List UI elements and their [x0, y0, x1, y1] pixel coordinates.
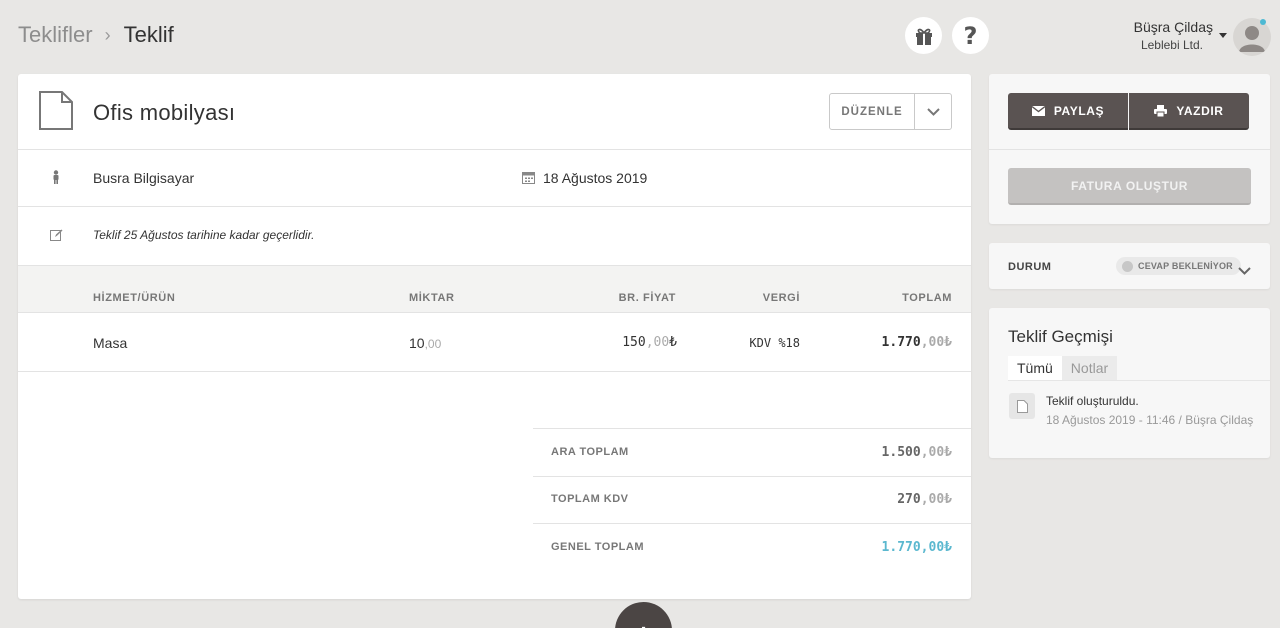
caret-down-icon[interactable] [1219, 33, 1227, 38]
share-button[interactable]: PAYLAŞ [1008, 93, 1128, 130]
table-cell-total: 1.770,00₺ [882, 335, 952, 350]
summary-divider [533, 523, 971, 524]
table-cell-tax: KDV %18 [749, 336, 800, 350]
document-icon [38, 90, 74, 136]
column-header-price: BR. FİYAT [618, 292, 676, 304]
summary-divider [533, 476, 971, 477]
vat-integer: 270 [897, 492, 921, 507]
qty-decimal: ,00 [424, 337, 442, 351]
subtotal-value: 1.500,00₺ [882, 445, 952, 460]
divider [989, 149, 1270, 150]
history-card: Teklif Geçmişi Tümü Notlar Teklif oluştu… [989, 308, 1270, 458]
print-label: YAZDIR [1176, 103, 1224, 118]
gift-button[interactable] [905, 17, 942, 54]
vat-decimal: ,00₺ [920, 492, 952, 507]
status-card: DURUM CEVAP BEKLENİYOR [989, 243, 1270, 289]
subtotal-integer: 1.500 [881, 445, 921, 460]
table-cell-item: Masa [93, 335, 128, 351]
qty-integer: 10 [409, 335, 425, 351]
share-label: PAYLAŞ [1053, 103, 1105, 118]
divider [18, 312, 971, 313]
divider [18, 206, 971, 207]
divider [18, 265, 971, 266]
calendar-icon [522, 171, 535, 189]
grand-total-value: 1.770,00₺ [881, 540, 952, 555]
gift-icon [915, 28, 932, 45]
help-icon: ? [963, 21, 978, 50]
status-value: CEVAP BEKLENİYOR [1138, 261, 1233, 271]
divider [18, 371, 971, 372]
help-button[interactable]: ? [952, 17, 989, 54]
breadcrumb: Teklifler › Teklif [18, 22, 174, 48]
total-integer: 1.770 [881, 335, 921, 350]
notification-dot [1260, 19, 1266, 25]
price-decimal: ,00 [645, 335, 670, 350]
offer-date: 18 Ağustos 2019 [543, 170, 648, 186]
user-menu[interactable]: Büşra Çildaş Leblebi Ltd. [1134, 19, 1213, 52]
price-integer: 150 [622, 335, 646, 350]
offer-title: Ofis mobilyası [93, 100, 236, 125]
subtotal-label: ARA TOPLAM [551, 446, 629, 458]
print-button[interactable]: YAZDIR [1129, 93, 1249, 130]
status-dot [1122, 260, 1133, 272]
history-tabs: Tümü Notlar [1008, 356, 1118, 380]
column-header-tax: VERGİ [762, 292, 800, 304]
breadcrumb-parent-link[interactable]: Teklifler [18, 22, 93, 48]
chevron-down-icon[interactable] [1238, 262, 1251, 280]
create-invoice-button[interactable]: FATURA OLUŞTUR [1008, 168, 1251, 205]
user-name: Büşra Çildaş [1133, 19, 1213, 35]
edit-dropdown-button[interactable] [915, 94, 951, 129]
column-header-item: HİZMET/ÜRÜN [93, 292, 176, 304]
vat-total-label: TOPLAM KDV [551, 493, 629, 505]
total-decimal: ,00₺ [920, 335, 952, 350]
history-title: Teklif Geçmişi [1008, 327, 1113, 346]
actions-card: PAYLAŞ YAZDIR FATURA OLUŞTUR [989, 74, 1270, 224]
add-fab-button[interactable]: + [615, 602, 672, 628]
chevron-down-icon [926, 107, 940, 116]
tab-all[interactable]: Tümü [1008, 356, 1062, 380]
document-icon [1009, 393, 1035, 419]
customer-name[interactable]: Busra Bilgisayar [93, 170, 194, 186]
edit-button-group: DÜZENLE [829, 93, 952, 130]
history-entry-text: Teklif oluşturuldu. [1046, 394, 1139, 408]
price-currency: ₺ [669, 335, 677, 350]
offer-card: Ofis mobilyası DÜZENLE Busra Bilgisayar … [18, 74, 971, 599]
status-label: DURUM [1008, 261, 1052, 273]
column-header-qty: MİKTAR [409, 292, 455, 304]
plus-icon: + [635, 618, 651, 628]
edit-note-icon [50, 228, 63, 246]
tab-notes[interactable]: Notlar [1061, 356, 1118, 380]
table-cell-price: 150,00₺ [622, 335, 677, 350]
status-badge: CEVAP BEKLENİYOR [1116, 257, 1241, 275]
breadcrumb-separator: › [104, 24, 111, 45]
person-icon [51, 170, 61, 189]
breadcrumb-current: Teklif [123, 22, 174, 47]
grand-total-label: GENEL TOPLAM [551, 541, 644, 553]
offer-note: Teklif 25 Ağustos tarihine kadar geçerli… [93, 228, 315, 242]
vat-total-value: 270,00₺ [897, 492, 952, 507]
edit-button[interactable]: DÜZENLE [830, 94, 915, 129]
table-header-band [18, 265, 971, 313]
history-entry-meta: 18 Ağustos 2019 - 11:46 / Büşra Çildaş [1046, 413, 1254, 427]
envelope-icon [1031, 105, 1045, 116]
divider [1008, 380, 1270, 381]
printer-icon [1154, 104, 1168, 117]
summary-divider [533, 428, 971, 429]
subtotal-decimal: ,00₺ [920, 445, 952, 460]
user-company: Leblebi Ltd. [1140, 38, 1203, 52]
table-cell-qty: 10,00 [409, 335, 441, 351]
divider [18, 149, 971, 150]
column-header-total: TOPLAM [902, 292, 952, 304]
